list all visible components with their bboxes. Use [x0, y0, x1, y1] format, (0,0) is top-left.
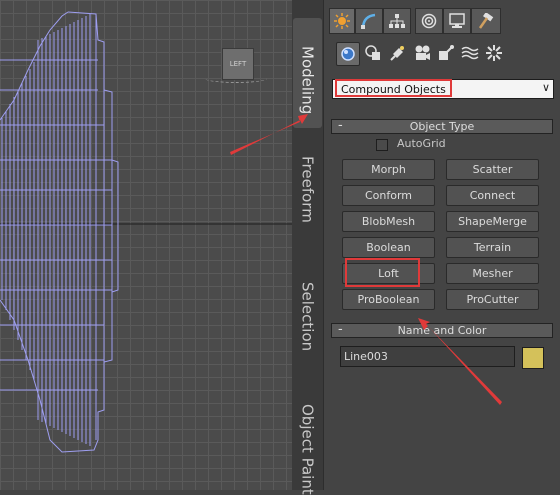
display-monitor-icon: [449, 13, 465, 28]
shapes-icon[interactable]: [362, 42, 384, 64]
category-dropdown-value: Compound Objects: [335, 79, 452, 97]
spacewarps-icon[interactable]: [459, 42, 481, 64]
boolean-button[interactable]: Boolean: [342, 237, 435, 258]
motion-tab[interactable]: [415, 8, 443, 34]
category-dropdown[interactable]: Compound Objects ∨: [332, 79, 554, 99]
lights-icon[interactable]: [387, 42, 409, 64]
autogrid-label: AutoGrid: [397, 137, 446, 150]
shapemerge-button[interactable]: ShapeMerge: [446, 211, 539, 232]
loft-highlight-box: [345, 258, 420, 287]
scatter-button[interactable]: Scatter: [446, 159, 539, 180]
helpers-icon[interactable]: [435, 42, 457, 64]
morph-button[interactable]: Morph: [342, 159, 435, 180]
autogrid-checkbox[interactable]: [376, 139, 388, 151]
ribbon-tab-freeform[interactable]: Freeform: [293, 156, 322, 246]
create-sun-icon: [334, 13, 350, 29]
rollout-title: Object Type: [409, 120, 475, 133]
ribbon-tab-object-paint[interactable]: Object Paint: [293, 404, 322, 495]
object-name-field[interactable]: Line003: [340, 346, 515, 367]
object-color-swatch[interactable]: [522, 347, 544, 369]
ribbon-tab-modeling[interactable]: Modeling: [293, 18, 322, 128]
cameras-icon[interactable]: [411, 42, 433, 64]
modify-arc-icon: [361, 13, 376, 29]
rollout-object-type[interactable]: - Object Type: [331, 118, 553, 134]
geometry-icon[interactable]: [336, 42, 360, 66]
create-tab[interactable]: [329, 8, 355, 34]
conform-button[interactable]: Conform: [342, 185, 435, 206]
connect-button[interactable]: Connect: [446, 185, 539, 206]
hierarchy-icon: [389, 14, 405, 28]
terrain-button[interactable]: Terrain: [446, 237, 539, 258]
rollout-title: Name and Color: [397, 324, 487, 337]
chevron-down-icon[interactable]: ∨: [542, 81, 550, 94]
systems-icon[interactable]: [483, 42, 505, 64]
viewport-left[interactable]: LEFT: [0, 0, 292, 490]
blobmesh-button[interactable]: BlobMesh: [342, 211, 435, 232]
procutter-button[interactable]: ProCutter: [446, 289, 539, 310]
motion-icon: [421, 13, 437, 29]
ribbon-tab-freeform-label: Freeform: [298, 156, 317, 223]
proboolean-button[interactable]: ProBoolean: [342, 289, 435, 310]
hierarchy-tab[interactable]: [383, 8, 411, 34]
ribbon-tab-modeling-label: Modeling: [298, 46, 317, 115]
mesher-button[interactable]: Mesher: [446, 263, 539, 284]
ribbon-tab-selection[interactable]: Selection: [293, 282, 322, 372]
ribbon-tab-object-paint-label: Object Paint: [298, 404, 317, 495]
display-tab[interactable]: [443, 8, 471, 34]
modify-tab[interactable]: [355, 8, 383, 34]
utilities-tab[interactable]: [471, 8, 501, 34]
rollout-name-and-color[interactable]: - Name and Color: [331, 322, 553, 338]
ribbon-vertical: Modeling Freeform Selection Object Paint: [292, 0, 323, 495]
viewcube-ring[interactable]: [205, 74, 267, 83]
utilities-hammer-icon: [478, 13, 494, 29]
ribbon-tab-selection-label: Selection: [298, 282, 317, 352]
